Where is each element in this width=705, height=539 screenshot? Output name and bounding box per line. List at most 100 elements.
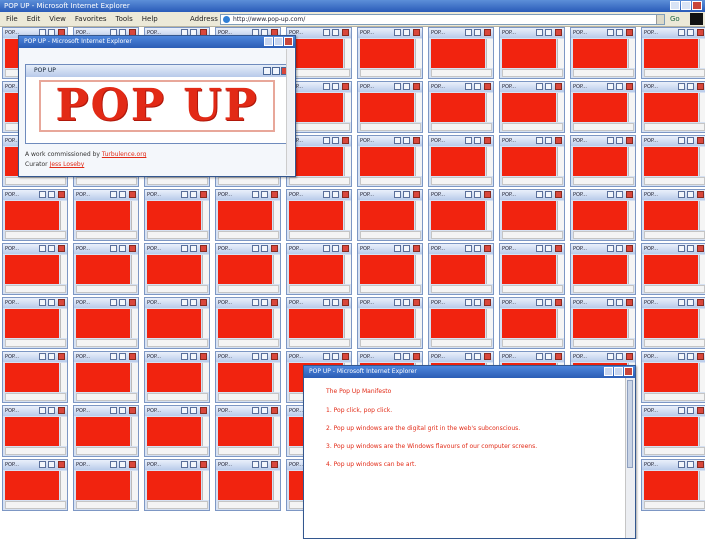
tiled-popup-window[interactable]: POP... [570, 81, 636, 133]
tiled-popup-window[interactable]: POP... [641, 189, 705, 241]
minimize-icon[interactable] [39, 353, 46, 360]
close-icon[interactable] [200, 407, 207, 414]
popup-titlebar[interactable]: POP... [571, 298, 635, 308]
popup-titlebar[interactable]: POP... [145, 298, 209, 308]
tiled-popup-window[interactable]: POP... [73, 189, 139, 241]
maximize-icon[interactable] [545, 245, 552, 252]
minimize-icon[interactable] [263, 67, 271, 75]
tiled-popup-window[interactable]: POP... [641, 459, 705, 511]
close-icon[interactable] [271, 299, 278, 306]
close-icon[interactable] [129, 407, 136, 414]
minimize-icon[interactable] [678, 353, 685, 360]
close-icon[interactable] [555, 137, 562, 144]
close-icon[interactable] [200, 245, 207, 252]
maximize-icon[interactable] [545, 83, 552, 90]
minimize-icon[interactable] [252, 299, 259, 306]
minimize-icon[interactable] [394, 83, 401, 90]
maximize-icon[interactable] [190, 461, 197, 468]
popup-scrollbar[interactable] [344, 147, 351, 176]
minimize-icon[interactable] [536, 29, 543, 36]
popup-titlebar[interactable]: POP... [74, 190, 138, 200]
popup-titlebar[interactable]: POP... [145, 352, 209, 362]
minimize-icon[interactable] [607, 353, 614, 360]
popup-titlebar[interactable]: POP... [287, 190, 351, 200]
tiled-popup-window[interactable]: POP... [215, 459, 281, 511]
maximize-icon[interactable] [687, 245, 694, 252]
maximize-icon[interactable] [332, 353, 339, 360]
tiled-popup-window[interactable]: POP... [428, 27, 494, 79]
popup-scrollbar[interactable] [557, 93, 564, 122]
popup-scrollbar[interactable] [131, 201, 138, 230]
minimize-icon[interactable] [181, 407, 188, 414]
tiled-popup-window[interactable]: POP... [2, 189, 68, 241]
close-icon[interactable] [413, 353, 420, 360]
menu-item-help[interactable]: Help [142, 15, 158, 23]
tiled-popup-window[interactable]: POP... [144, 297, 210, 349]
maximize-icon[interactable] [261, 245, 268, 252]
minimize-icon[interactable] [465, 191, 472, 198]
minimize-icon[interactable] [110, 407, 117, 414]
tiled-popup-window[interactable]: POP... [144, 351, 210, 403]
maximize-icon[interactable] [48, 407, 55, 414]
popup-scrollbar[interactable] [557, 255, 564, 284]
maximize-icon[interactable] [332, 245, 339, 252]
popup-titlebar[interactable]: POP... [216, 190, 280, 200]
tiled-popup-window[interactable]: POP... [215, 351, 281, 403]
close-icon[interactable] [58, 407, 65, 414]
maximize-icon[interactable] [687, 191, 694, 198]
close-icon[interactable] [626, 353, 633, 360]
tiled-popup-window[interactable]: POP... [499, 297, 565, 349]
maximize-icon[interactable] [190, 299, 197, 306]
turbulence-link[interactable]: Turbulence.org [102, 151, 147, 158]
maximize-icon[interactable] [48, 299, 55, 306]
minimize-icon[interactable] [181, 191, 188, 198]
minimize-icon[interactable] [465, 29, 472, 36]
close-icon[interactable] [413, 245, 420, 252]
close-icon[interactable] [342, 299, 349, 306]
popup-titlebar[interactable]: POP... [642, 82, 705, 92]
go-button[interactable]: Go [670, 12, 680, 27]
tiled-popup-window[interactable]: POP... [641, 243, 705, 295]
maximize-icon[interactable] [190, 407, 197, 414]
popup-scrollbar[interactable] [60, 417, 67, 446]
maximize-icon[interactable] [545, 353, 552, 360]
popup-titlebar[interactable]: POP... [500, 136, 564, 146]
popup-titlebar[interactable]: POP... [74, 352, 138, 362]
close-icon[interactable] [555, 299, 562, 306]
close-icon[interactable] [413, 137, 420, 144]
maximize-icon[interactable] [616, 191, 623, 198]
tiled-popup-window[interactable]: POP... [215, 405, 281, 457]
popup-scrollbar[interactable] [202, 255, 209, 284]
popup-scrollbar[interactable] [202, 201, 209, 230]
popup-titlebar[interactable]: POP... [500, 352, 564, 362]
popup-titlebar[interactable]: POP... [500, 28, 564, 38]
close-icon[interactable] [129, 191, 136, 198]
popup-titlebar[interactable]: POP... [642, 190, 705, 200]
close-icon[interactable] [271, 461, 278, 468]
popup-titlebar[interactable]: POP... [287, 352, 351, 362]
minimize-icon[interactable] [39, 407, 46, 414]
popup-titlebar[interactable]: POP... [74, 244, 138, 254]
close-icon[interactable] [129, 245, 136, 252]
close-icon[interactable] [58, 461, 65, 468]
maximize-icon[interactable] [119, 245, 126, 252]
popup-scrollbar[interactable] [131, 417, 138, 446]
maximize-icon[interactable] [687, 407, 694, 414]
close-icon[interactable] [484, 191, 491, 198]
minimize-icon[interactable] [323, 245, 330, 252]
minimize-icon[interactable] [678, 137, 685, 144]
popup-titlebar[interactable]: POP... [287, 136, 351, 146]
minimize-icon[interactable] [607, 29, 614, 36]
popup-titlebar[interactable]: POP... [3, 244, 67, 254]
minimize-icon[interactable] [252, 353, 259, 360]
tiled-popup-window[interactable]: POP... [499, 27, 565, 79]
close-icon[interactable] [200, 299, 207, 306]
tiled-popup-window[interactable]: POP... [357, 135, 423, 187]
close-icon[interactable] [692, 1, 702, 10]
maximize-icon[interactable] [119, 461, 126, 468]
popup-scrollbar[interactable] [557, 147, 564, 176]
popup-scrollbar[interactable] [486, 93, 493, 122]
popup-window-banner[interactable]: POP UP - Microsoft Internet Explorer POP… [18, 35, 296, 177]
popup-titlebar[interactable]: POP... [145, 244, 209, 254]
close-icon[interactable] [200, 353, 207, 360]
